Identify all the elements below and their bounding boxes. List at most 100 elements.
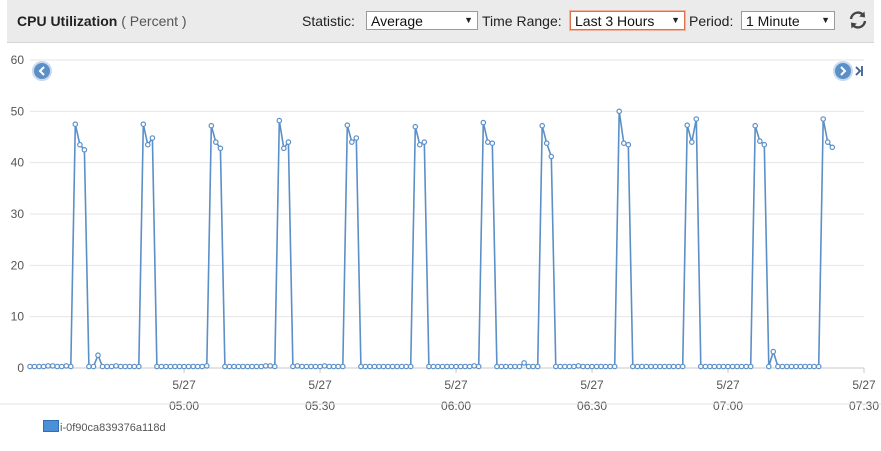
- data-point: [104, 363, 110, 370]
- data-point: [634, 363, 641, 370]
- data-point: [426, 363, 432, 370]
- data-point: [530, 363, 536, 370]
- data-point: [521, 360, 527, 366]
- data-point: [394, 363, 400, 370]
- data-point: [231, 363, 237, 370]
- statistic-select[interactable]: Average ▼: [366, 11, 478, 30]
- x-tick-time-label: 05:00: [169, 399, 199, 413]
- data-point: [145, 141, 151, 148]
- data-point: [435, 363, 441, 370]
- data-point: [480, 119, 487, 126]
- data-point: [498, 363, 505, 370]
- data-point: [149, 135, 156, 141]
- data-point: [475, 363, 482, 370]
- data-point: [398, 363, 405, 370]
- data-point: [49, 363, 56, 369]
- data-point: [580, 363, 586, 370]
- data-point: [652, 363, 659, 370]
- data-point: [625, 141, 632, 148]
- data-point: [140, 121, 147, 128]
- data-point: [471, 363, 478, 369]
- data-point: [702, 363, 709, 370]
- data-point: [290, 363, 296, 370]
- time-range-select[interactable]: Last 3 Hours ▼: [570, 11, 685, 30]
- data-point: [312, 363, 319, 370]
- data-point: [616, 108, 623, 115]
- data-point: [90, 363, 97, 370]
- data-point: [303, 363, 310, 370]
- data-point: [317, 363, 323, 370]
- data-point: [775, 363, 781, 370]
- data-point: [163, 363, 169, 370]
- graph-toolbar: CPU Utilization ( Percent ) Statistic: A…: [7, 0, 874, 43]
- data-point: [716, 363, 722, 370]
- data-point: [131, 363, 138, 370]
- data-point: [95, 352, 101, 359]
- data-point: [362, 363, 369, 370]
- data-point: [58, 363, 65, 370]
- data-point: [353, 135, 360, 141]
- data-point: [36, 363, 42, 370]
- data-point: [589, 363, 595, 370]
- period-value: 1 Minute: [746, 13, 800, 29]
- data-point: [27, 363, 33, 370]
- data-point: [802, 363, 808, 370]
- data-point: [136, 363, 142, 370]
- data-point: [299, 363, 305, 370]
- data-point: [108, 363, 115, 370]
- data-point: [344, 122, 351, 129]
- data-point: [561, 363, 568, 370]
- x-tick-date-label: 5/27: [580, 378, 604, 392]
- data-point: [707, 363, 713, 370]
- data-point: [86, 363, 92, 370]
- y-tick-label: 0: [17, 361, 24, 375]
- period-select[interactable]: 1 Minute ▼: [741, 11, 835, 30]
- data-point: [222, 363, 228, 370]
- data-point: [235, 363, 242, 370]
- data-point: [670, 363, 677, 370]
- data-point: [226, 363, 233, 370]
- data-point: [734, 363, 740, 370]
- data-point: [806, 363, 813, 370]
- time-range-label: Time Range:: [482, 13, 562, 29]
- refresh-button[interactable]: [847, 9, 869, 31]
- pan-right-button[interactable]: [833, 61, 853, 81]
- data-point: [639, 363, 645, 370]
- data-point: [208, 122, 215, 129]
- y-tick-label: 20: [11, 258, 25, 272]
- data-point: [552, 363, 559, 370]
- data-point: [122, 363, 129, 370]
- data-point: [512, 363, 518, 370]
- data-point: [797, 363, 804, 370]
- data-point: [154, 363, 160, 370]
- x-tick-date-label: 5/27: [172, 378, 196, 392]
- data-point: [280, 145, 287, 152]
- data-point: [158, 363, 165, 370]
- data-point: [738, 363, 745, 370]
- data-point: [811, 363, 817, 370]
- data-point: [584, 363, 591, 370]
- data-point: [648, 363, 654, 370]
- data-point: [249, 363, 255, 370]
- data-point: [213, 139, 219, 145]
- data-point: [385, 363, 391, 370]
- chevron-down-icon: ▼: [464, 15, 473, 25]
- data-point: [765, 363, 772, 370]
- data-point: [788, 363, 795, 370]
- data-point: [99, 363, 106, 370]
- x-tick-time-label: 07:00: [713, 399, 743, 413]
- data-point: [611, 363, 618, 370]
- pan-left-button[interactable]: [32, 61, 52, 81]
- data-point: [294, 363, 301, 369]
- data-point: [176, 363, 183, 370]
- data-point: [770, 348, 777, 355]
- chevron-right-circle-icon: [833, 61, 853, 81]
- data-point: [720, 363, 727, 370]
- data-point: [358, 363, 364, 370]
- data-point: [308, 363, 314, 370]
- data-point: [416, 141, 423, 148]
- data-point: [548, 153, 555, 160]
- data-point: [185, 363, 192, 370]
- metric-title: CPU Utilization ( Percent ): [17, 13, 187, 29]
- data-point: [503, 363, 509, 370]
